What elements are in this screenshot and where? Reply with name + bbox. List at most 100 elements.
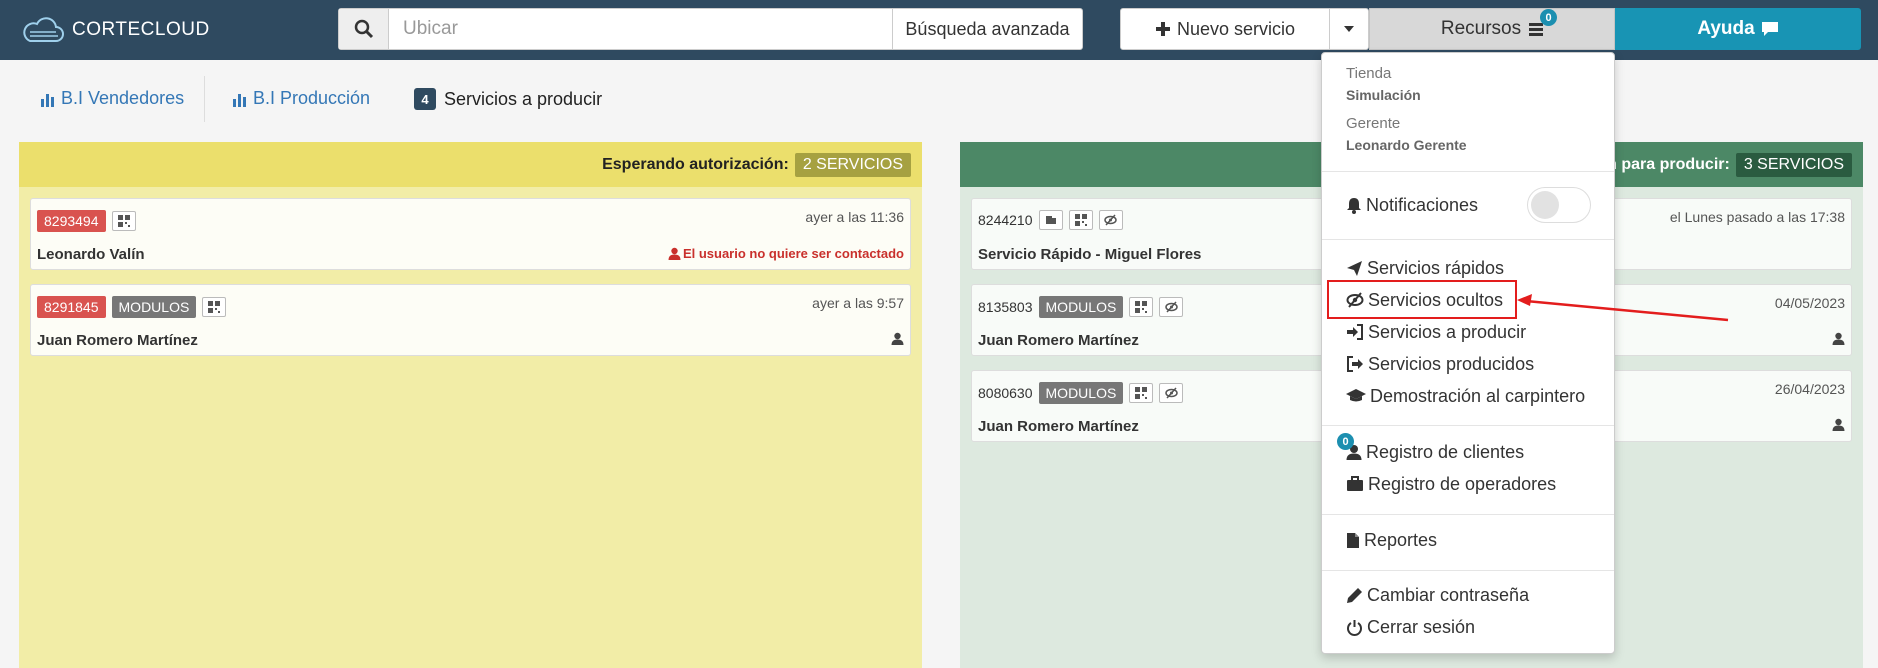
panel-title: Esperando autorización: [602, 155, 789, 173]
no-contact-warning: El usuario no quiere ser contactado [668, 246, 904, 261]
user-icon [891, 332, 904, 348]
service-id: 8135803 [978, 299, 1033, 315]
menu-item-demostracion[interactable]: Demostración al carpintero [1346, 384, 1585, 408]
client-name: Leonardo Valín [37, 246, 145, 263]
notifications-label: Notificaciones [1366, 194, 1479, 215]
service-card[interactable]: 8293494 ayer a las 11:36 Leonardo Valín … [30, 198, 911, 270]
store-value: Simulación [1346, 87, 1421, 103]
search-icon[interactable] [339, 9, 389, 49]
menu-item-servicios-a-producir[interactable]: Servicios a producir [1346, 320, 1526, 344]
qr-code-icon[interactable] [1129, 297, 1154, 317]
awaiting-authorization-panel: Esperando autorización: 2 SERVICIOS 8293… [19, 142, 922, 668]
tab-count-badge: 4 [414, 88, 436, 110]
menu-divider [1322, 171, 1614, 172]
client-name: Juan Romero Martínez [37, 332, 198, 349]
registro-operadores-label: Registro de operadores [1368, 473, 1557, 494]
menu-item-registro-clientes[interactable]: Registro de clientes [1346, 440, 1524, 464]
service-count-label: 2 SERVICIOS [794, 152, 911, 177]
manager-label: Gerente [1346, 115, 1401, 132]
servicios-rapidos-label: Servicios rápidos [1367, 257, 1505, 278]
hide-eye-icon[interactable] [1159, 297, 1184, 317]
hide-eye-icon[interactable] [1098, 210, 1123, 230]
qr-code-icon[interactable] [111, 211, 136, 231]
qr-code-icon[interactable] [1129, 383, 1154, 403]
menu-item-reportes[interactable]: Reportes [1346, 528, 1437, 552]
menu-divider [1322, 514, 1614, 515]
tab-servicios-a-producir-label: Servicios a producir [444, 88, 603, 109]
new-service-dropdown-button[interactable] [1329, 8, 1369, 50]
client-name: Juan Romero Martínez [978, 332, 1139, 349]
modules-tag: MODULOS [111, 296, 197, 318]
top-bar: CORTECLOUD Búsqueda avanzada Nuevo servi… [0, 0, 1878, 60]
bar-chart-icon [41, 93, 54, 107]
qr-code-icon[interactable] [1068, 210, 1093, 230]
new-service-button[interactable]: Nuevo servicio [1120, 8, 1330, 50]
menu-item-registro-operadores[interactable]: Registro de operadores [1346, 472, 1556, 496]
panel-header: Esperando autorización: 2 SERVICIOS [19, 142, 922, 187]
bar-chart-icon [233, 93, 246, 107]
tab-bi-vendedores-label: B.I Vendedores [61, 88, 185, 108]
help-label: Ayuda [1697, 18, 1755, 39]
cloud-logo-icon [23, 17, 64, 42]
hide-eye-icon[interactable] [1159, 383, 1184, 403]
service-count-label: 3 SERVICIOS [1735, 152, 1852, 177]
menu-item-servicios-producidos[interactable]: Servicios producidos [1346, 352, 1534, 376]
advanced-search-button[interactable]: Búsqueda avanzada [892, 9, 1082, 49]
menu-item-servicios-rapidos[interactable]: Servicios rápidos [1346, 256, 1504, 280]
service-card[interactable]: 8291845 MODULOS ayer a las 9:57 Juan Rom… [30, 284, 911, 356]
menu-divider [1322, 570, 1614, 571]
toggle-knob [1531, 191, 1559, 219]
service-time: ayer a las 9:57 [812, 295, 904, 311]
cambiar-contrasena-label: Cambiar contraseña [1367, 584, 1530, 605]
plus-icon [1155, 22, 1170, 36]
sign-out-icon [1347, 356, 1363, 372]
service-time: el Lunes pasado a las 17:38 [1669, 209, 1845, 225]
highlight-box [1327, 280, 1517, 319]
annotation-arrow [1517, 294, 1729, 322]
clients-badge: 0 [1337, 433, 1354, 450]
resources-button[interactable]: Recursos [1369, 8, 1615, 50]
file-icon [1347, 532, 1359, 548]
panel-title: ón para producir: [1597, 155, 1730, 173]
user-icon [668, 247, 681, 260]
menu-item-cerrar-sesion[interactable]: Cerrar sesión [1346, 615, 1475, 639]
resources-label: Recursos [1440, 18, 1522, 39]
demostracion-label: Demostración al carpintero [1370, 385, 1586, 406]
modules-tag: MODULOS [1038, 296, 1124, 318]
menu-divider [1322, 425, 1614, 426]
logo-text: CORTECLOUD [72, 19, 210, 40]
menu-item-cambiar-contrasena[interactable]: Cambiar contraseña [1346, 583, 1529, 607]
new-service-label: Nuevo servicio [1176, 18, 1296, 39]
paper-plane-icon [1347, 260, 1362, 276]
notifications-toggle[interactable] [1527, 187, 1591, 223]
service-time: 26/04/2023 [1774, 381, 1845, 397]
manager-value: Leonardo Gerente [1346, 137, 1467, 153]
service-id: 8244210 [978, 212, 1033, 228]
tab-bi-vendedores[interactable]: B.I Vendedores [40, 88, 184, 109]
service-time: 04/05/2023 [1774, 295, 1845, 311]
notifications-item: Notificaciones [1346, 193, 1478, 217]
comment-icon [1761, 22, 1778, 36]
graduation-cap-icon [1346, 389, 1366, 402]
sign-in-icon [1347, 324, 1363, 340]
qr-code-icon[interactable] [202, 297, 227, 317]
modules-tag: MODULOS [1038, 382, 1124, 404]
menu-divider [1322, 239, 1614, 240]
user-icon [1832, 418, 1845, 434]
search-input[interactable] [389, 9, 892, 49]
resources-dropdown-menu: Tienda Simulación Gerente Leonardo Geren… [1321, 52, 1615, 654]
tab-bi-produccion-label: B.I Producción [253, 88, 371, 108]
resources-badge: 0 [1540, 9, 1557, 26]
flyer-icon[interactable] [1038, 210, 1063, 230]
pencil-icon [1347, 587, 1362, 603]
tab-servicios-a-producir[interactable]: 4 Servicios a producir [414, 88, 602, 110]
client-name: Servicio Rápido - Miguel Flores [978, 246, 1202, 263]
search-bar: Búsqueda avanzada [338, 8, 1083, 50]
power-icon [1347, 619, 1362, 636]
reportes-label: Reportes [1364, 529, 1438, 550]
help-button[interactable]: Ayuda [1615, 8, 1861, 50]
tab-bi-produccion[interactable]: B.I Producción [232, 88, 370, 109]
logo[interactable]: CORTECLOUD [20, 14, 210, 46]
service-id: 8080630 [978, 385, 1033, 401]
user-icon [1832, 332, 1845, 348]
